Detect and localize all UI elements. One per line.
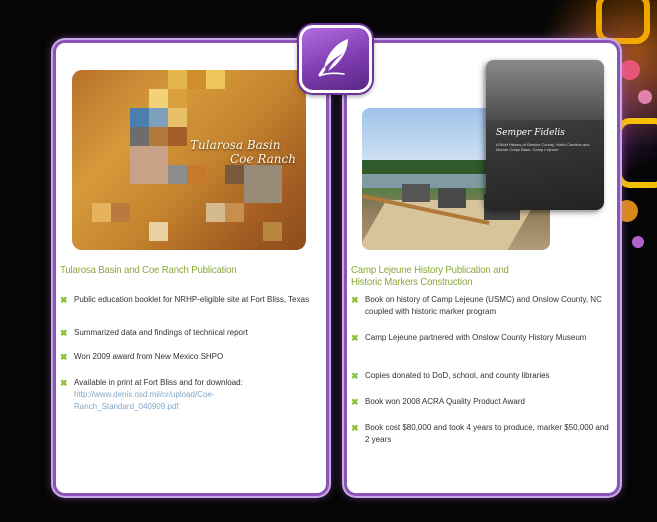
collage-tile — [130, 108, 149, 127]
green-x-bullet-icon: ✖ — [351, 397, 359, 407]
download-link[interactable]: http://www.denix.osd.mil/cr/upload/Coe-R… — [74, 390, 215, 411]
collage-tile — [168, 70, 187, 89]
green-x-bullet-icon: ✖ — [351, 423, 359, 433]
decorative-dot — [620, 60, 640, 80]
bullet-text: Summarized data and findings of technica… — [74, 328, 248, 337]
collage-tile — [130, 127, 149, 146]
collage-tile — [149, 108, 168, 127]
list-item: ✖ Camp Lejeune partnered with Onslow Cou… — [351, 332, 609, 370]
collage-title-line1: Tularosa Basin — [190, 138, 281, 152]
bullet-text: Copies donated to DoD, school, and count… — [365, 371, 550, 380]
decorative-ring-top — [596, 0, 650, 44]
photo-marker-2 — [438, 188, 466, 208]
semper-fidelis-book-cover: Semper Fidelis A Brief History of Onslow… — [486, 60, 604, 210]
bullet-text: Book on history of Camp Lejeune (USMC) a… — [365, 295, 602, 316]
photo-marker-1 — [402, 184, 430, 202]
collage-tile — [187, 70, 206, 89]
collage-title: Tularosa Basin Coe Ranch — [190, 138, 296, 166]
bullet-text: Book won 2008 ACRA Quality Product Award — [365, 397, 525, 406]
book-cover-subtitle: A Brief History of Onslow County, North … — [496, 142, 590, 152]
list-item: ✖ Copies donated to DoD, school, and cou… — [351, 370, 609, 396]
right-card-title-line2: Historic Markers Construction — [351, 276, 473, 288]
bullet-text: Book cost $80,000 and took 4 years to pr… — [365, 423, 609, 444]
left-bullet-list: ✖ Public education booklet for NRHP-elig… — [60, 294, 318, 413]
right-bullet-list: ✖ Book on history of Camp Lejeune (USMC)… — [351, 294, 609, 446]
list-item: ✖ Public education booklet for NRHP-elig… — [60, 294, 318, 327]
green-x-bullet-icon: ✖ — [351, 333, 359, 343]
decorative-dot — [632, 236, 644, 248]
green-x-bullet-icon: ✖ — [351, 371, 359, 381]
collage-tile — [225, 203, 244, 222]
bullet-text: Camp Lejeune partnered with Onslow Count… — [365, 333, 587, 342]
collage-tile — [111, 203, 130, 222]
bullet-text: Public education booklet for NRHP-eligib… — [74, 295, 310, 304]
collage-tile — [206, 203, 225, 222]
collage-tile — [149, 89, 168, 108]
green-x-bullet-icon: ✖ — [60, 328, 68, 338]
logo-badge — [299, 25, 372, 93]
bullet-text: Won 2009 award from New Mexico SHPO — [74, 352, 224, 361]
collage-tile — [225, 165, 244, 184]
green-x-bullet-icon: ✖ — [351, 295, 359, 305]
tularosa-collage-image: Tularosa Basin Coe Ranch — [72, 70, 306, 250]
green-x-bullet-icon: ✖ — [60, 378, 68, 388]
list-item: ✖ Summarized data and findings of techni… — [60, 327, 318, 351]
collage-tile — [187, 165, 206, 184]
left-card-title: Tularosa Basin and Coe Ranch Publication — [60, 264, 237, 276]
quill-feather-icon — [314, 35, 358, 84]
list-item: ✖ Won 2009 award from New Mexico SHPO — [60, 351, 318, 377]
collage-tile — [263, 222, 282, 241]
book-cover-title: Semper Fidelis — [496, 128, 565, 138]
collage-tile — [149, 222, 168, 241]
list-item: ✖ Available in print at Fort Bliss and f… — [60, 377, 318, 413]
collage-tile — [244, 165, 282, 203]
list-item: ✖ Book cost $80,000 and took 4 years to … — [351, 422, 609, 446]
list-item: ✖ Book on history of Camp Lejeune (USMC)… — [351, 294, 609, 332]
collage-tile — [168, 89, 187, 108]
green-x-bullet-icon: ✖ — [60, 295, 68, 305]
collage-tile — [168, 127, 187, 146]
book-cover-figures — [486, 60, 604, 120]
collage-tile — [149, 127, 168, 146]
decorative-dot — [638, 90, 652, 104]
list-item: ✖ Book won 2008 ACRA Quality Product Awa… — [351, 396, 609, 422]
decorative-ring-right — [616, 118, 657, 188]
collage-tile — [92, 203, 111, 222]
green-x-bullet-icon: ✖ — [60, 352, 68, 362]
right-card-title: Camp Lejeune History Publication and His… — [351, 264, 590, 288]
collage-tile — [168, 165, 187, 184]
collage-tile — [130, 146, 168, 184]
collage-tile — [206, 70, 225, 89]
collage-title-line2: Coe Ranch — [230, 152, 296, 166]
collage-tile — [168, 108, 187, 127]
bullet-text: Available in print at Fort Bliss and for… — [74, 378, 243, 387]
right-card-title-line1: Camp Lejeune History Publication and — [351, 264, 509, 276]
